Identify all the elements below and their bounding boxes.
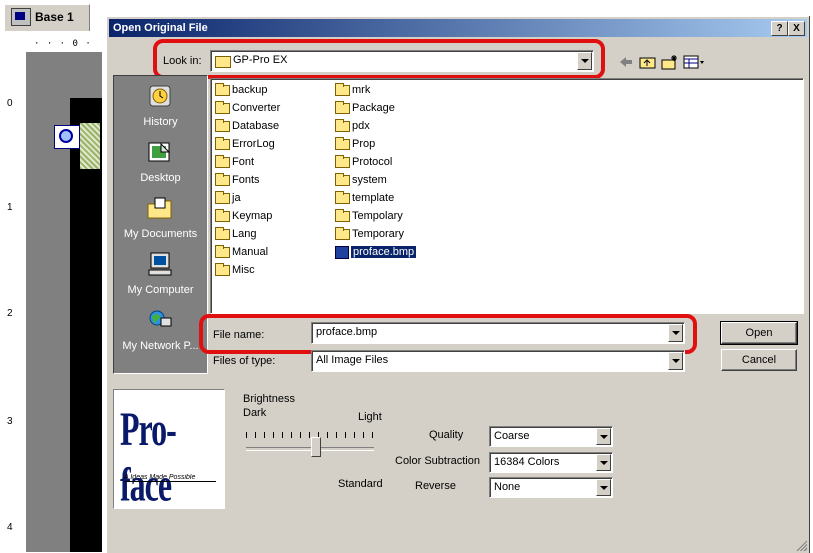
- my-documents-icon: [147, 197, 172, 219]
- desktop-icon: [148, 142, 171, 162]
- selected-object[interactable]: [80, 123, 100, 169]
- standard-label: Standard: [338, 478, 383, 490]
- place-desktop[interactable]: Desktop: [114, 138, 207, 193]
- my-network-places-icon: [149, 310, 172, 327]
- chevron-down-icon[interactable]: [596, 428, 611, 445]
- folder-icon: [215, 191, 230, 204]
- brightness-light-label: Light: [358, 411, 382, 423]
- image-preview: Pro-face A Ideas Made Possible: [113, 389, 225, 511]
- chevron-down-icon[interactable]: [596, 479, 611, 496]
- folder-icon: [215, 227, 230, 240]
- place-label: Desktop: [140, 172, 181, 184]
- color-subtraction-value: 16384 Colors: [494, 456, 560, 468]
- place-label: History: [143, 116, 178, 128]
- screen-tab[interactable]: Base 1: [4, 4, 90, 31]
- folder-icon: [335, 83, 350, 96]
- color-subtraction-select[interactable]: 16384 Colors: [489, 452, 613, 473]
- reverse-label: Reverse: [415, 480, 456, 492]
- brightness-label: Brightness: [243, 393, 295, 405]
- folder-icon: [215, 101, 230, 114]
- reverse-select[interactable]: None: [489, 477, 613, 498]
- folder-icon: [215, 173, 230, 186]
- folder-icon: [335, 101, 350, 114]
- help-button[interactable]: ?: [771, 21, 788, 36]
- cancel-button[interactable]: Cancel: [721, 349, 797, 371]
- place-label: My Documents: [123, 228, 198, 240]
- vertical-ruler: 0 1 2 3 4: [4, 52, 27, 552]
- place-label: My Network P...: [122, 340, 199, 352]
- bitmap-file-icon: [335, 246, 349, 259]
- places-bar: History Desktop My Documents My Computer…: [113, 75, 208, 374]
- ruler-mark: 2: [7, 308, 13, 319]
- folder-icon: [215, 155, 230, 168]
- up-folder-icon[interactable]: [639, 54, 657, 70]
- ruler-mark: 4: [7, 522, 13, 533]
- close-button[interactable]: X: [788, 21, 805, 36]
- history-icon: [149, 85, 171, 107]
- folder-icon: [215, 209, 230, 222]
- folder-icon: [215, 263, 230, 276]
- folder-icon: [215, 245, 230, 258]
- files-of-type-label: Files of type:: [213, 355, 276, 367]
- horizontal-ruler: · · · 0 · ·: [4, 38, 100, 59]
- folder-icon: [335, 119, 350, 132]
- place-my-computer[interactable]: My Computer: [114, 250, 207, 305]
- quality-select[interactable]: Coarse: [489, 426, 613, 447]
- highlight-look-in: [153, 39, 605, 79]
- open-original-file-dialog: Open Original File ? X Look in: GP-Pro E…: [106, 16, 809, 553]
- folder-icon: [335, 191, 350, 204]
- folder-icon: [335, 209, 350, 222]
- highlight-file-name: [199, 314, 697, 354]
- my-computer-icon: [148, 252, 172, 276]
- dialog-titlebar[interactable]: Open Original File ? X: [109, 19, 807, 37]
- preview-tagline: A Ideas Made Possible: [124, 474, 216, 482]
- place-my-documents[interactable]: My Documents: [114, 194, 207, 249]
- chevron-down-icon[interactable]: [668, 352, 683, 370]
- files-of-type-select[interactable]: All Image Files: [311, 350, 685, 372]
- picture-object-icon[interactable]: [54, 125, 80, 149]
- file-list[interactable]: backup Converter Database ErrorLog Font …: [210, 78, 804, 314]
- folder-icon: [215, 137, 230, 150]
- open-button[interactable]: Open: [720, 321, 798, 345]
- screen-icon: [11, 8, 31, 26]
- new-folder-icon[interactable]: [661, 54, 679, 70]
- resize-grip-icon[interactable]: [795, 539, 807, 551]
- ruler-mark: 1: [7, 202, 13, 213]
- files-of-type-value: All Image Files: [316, 354, 389, 366]
- brightness-dark-label: Dark: [243, 407, 267, 419]
- chevron-down-icon[interactable]: [596, 454, 611, 471]
- color-subtraction-label: Color Subtraction: [395, 455, 480, 467]
- ruler-mark: 3: [7, 416, 13, 427]
- view-menu-icon[interactable]: [683, 54, 705, 70]
- folder-icon: [335, 173, 350, 186]
- reverse-value: None: [494, 481, 521, 493]
- preview-logo: Pro-face: [120, 401, 177, 512]
- folder-icon: [215, 119, 230, 132]
- place-my-network[interactable]: My Network P...: [114, 306, 207, 361]
- screen-tab-label: Base 1: [35, 10, 74, 24]
- ruler-mark: 0: [7, 98, 13, 109]
- dialog-title: Open Original File: [113, 22, 208, 34]
- folder-icon: [215, 83, 230, 96]
- back-arrow-icon[interactable]: [617, 54, 635, 70]
- folder-icon: [335, 227, 350, 240]
- quality-label: Quality: [429, 429, 464, 441]
- brightness-slider-thumb[interactable]: [310, 437, 321, 457]
- quality-value: Coarse: [494, 430, 530, 442]
- place-label: My Computer: [127, 284, 194, 296]
- folder-icon: [335, 155, 350, 168]
- folder-icon: [335, 137, 350, 150]
- place-history[interactable]: History: [114, 82, 207, 137]
